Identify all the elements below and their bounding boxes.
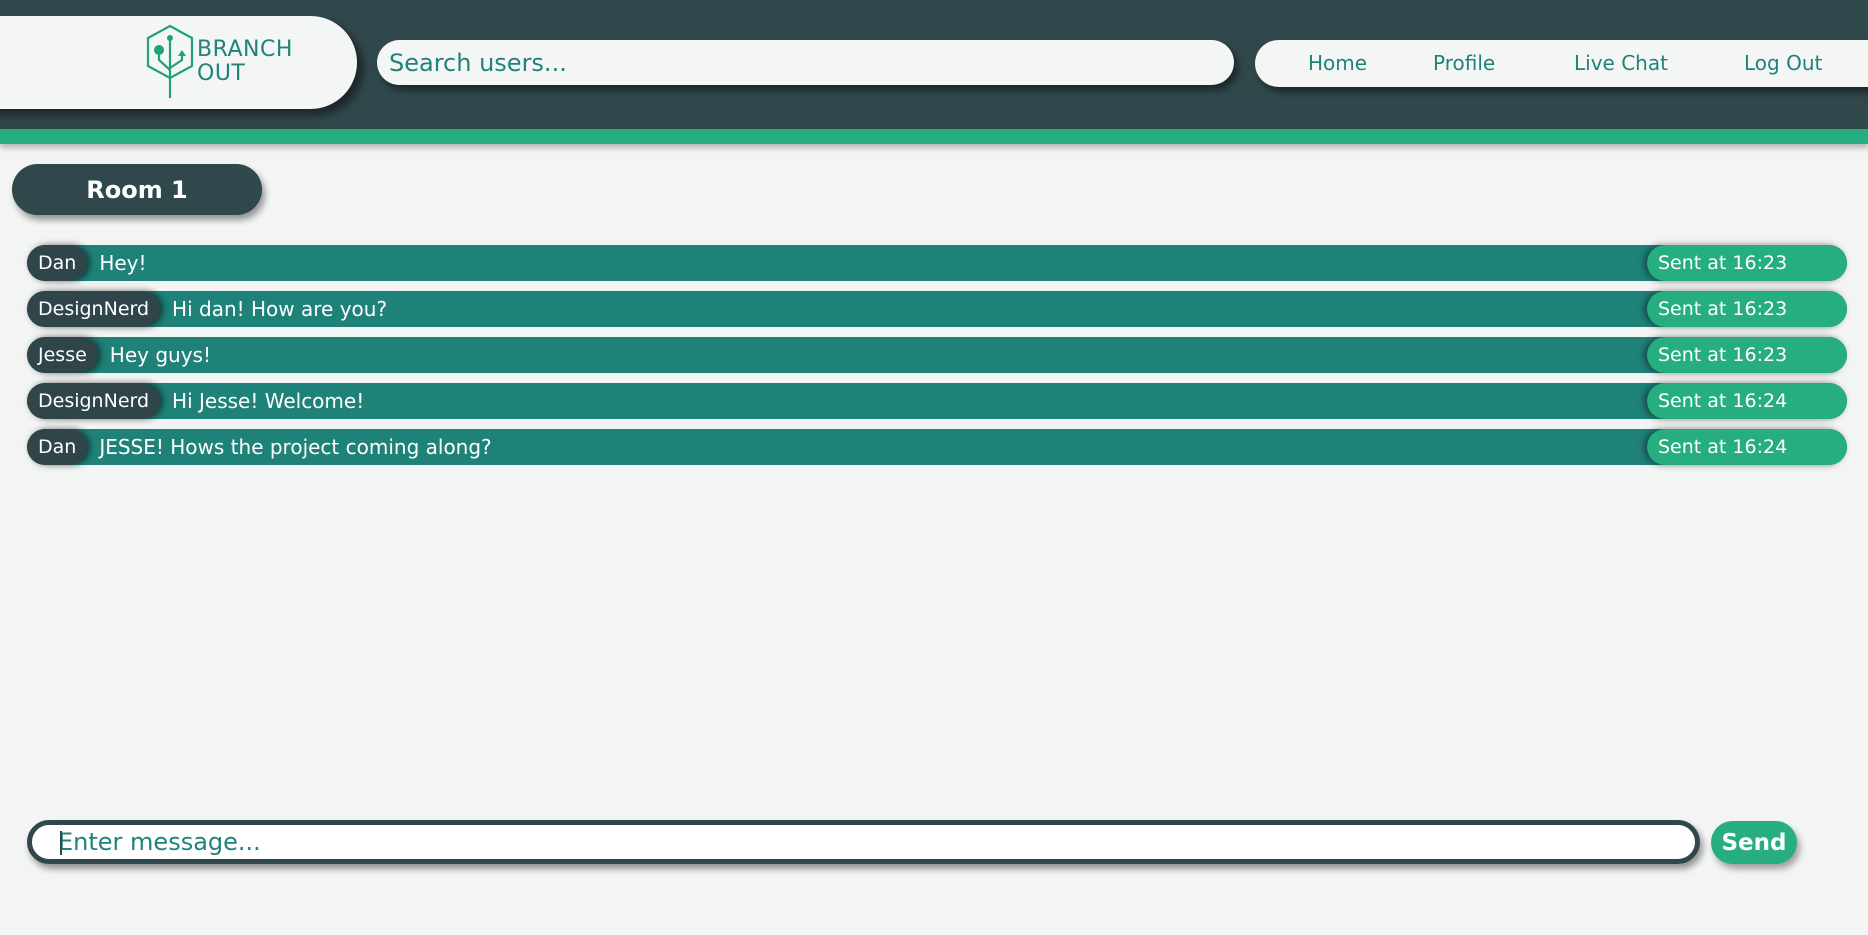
message-username: Dan	[27, 429, 88, 465]
message-row: Dan Hey! Sent at 16:23	[27, 245, 1847, 281]
text-caret	[60, 831, 62, 855]
message-timestamp: Sent at 16:23	[1647, 245, 1847, 281]
brand-name-line1: BRANCH	[197, 37, 293, 62]
message-composer[interactable]	[27, 820, 1700, 864]
search-users-input[interactable]	[387, 47, 1234, 78]
message-timestamp: Sent at 16:23	[1647, 291, 1847, 327]
brand-name: BRANCH OUT	[197, 38, 293, 86]
message-text: Hey!	[99, 251, 147, 275]
search-bar[interactable]	[377, 40, 1234, 85]
nav-live-chat-link[interactable]: Live Chat	[1574, 50, 1668, 76]
send-button[interactable]: Send	[1711, 821, 1797, 864]
room-title: Room 1	[12, 164, 262, 215]
branch-out-logo-icon	[146, 24, 194, 98]
nav-menu: Home Profile Live Chat Log Out	[1255, 40, 1868, 87]
message-row: Jesse Hey guys! Sent at 16:23	[27, 337, 1847, 373]
nav-home-link[interactable]: Home	[1308, 50, 1367, 76]
message-username: Dan	[27, 245, 88, 281]
message-timestamp: Sent at 16:23	[1647, 337, 1847, 373]
message-username: DesignNerd	[27, 291, 161, 327]
message-list: Dan Hey! Sent at 16:23 DesignNerd Hi dan…	[27, 245, 1847, 475]
brand-name-line2: OUT	[197, 61, 246, 86]
message-row: DesignNerd Hi Jesse! Welcome! Sent at 16…	[27, 383, 1847, 419]
message-row: DesignNerd Hi dan! How are you? Sent at …	[27, 291, 1847, 327]
nav-profile-link[interactable]: Profile	[1433, 50, 1495, 76]
message-text: Hi dan! How are you?	[172, 297, 388, 321]
message-username: DesignNerd	[27, 383, 161, 419]
nav-log-out-link[interactable]: Log Out	[1744, 50, 1822, 76]
message-input[interactable]	[56, 827, 1695, 857]
message-text: Hey guys!	[109, 343, 211, 367]
header-accent-stripe	[0, 129, 1868, 144]
message-timestamp: Sent at 16:24	[1647, 429, 1847, 465]
message-username: Jesse	[27, 337, 98, 373]
message-timestamp: Sent at 16:24	[1647, 383, 1847, 419]
message-text: Hi Jesse! Welcome!	[172, 389, 365, 413]
message-row: Dan JESSE! Hows the project coming along…	[27, 429, 1847, 465]
message-text: JESSE! Hows the project coming along?	[99, 435, 492, 459]
